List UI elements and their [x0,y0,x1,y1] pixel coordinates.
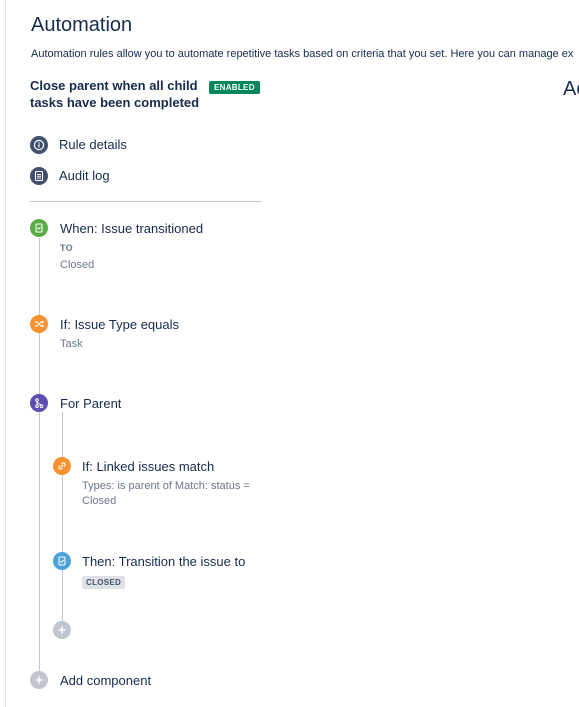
divider [30,201,262,202]
status-lozenge: CLOSED [82,576,126,589]
branch-condition-value: Types: is parent of Match: status = Clos… [82,480,250,507]
branch-action-title[interactable]: Then: Transition the issue to [82,554,245,569]
condition-value: Task [60,338,83,350]
info-icon [30,136,48,154]
add-component-icon[interactable] [30,671,48,689]
branch-condition-title[interactable]: If: Linked issues match [82,459,214,474]
branch-icon [30,394,48,412]
action-icon [53,552,71,570]
branch-title[interactable]: For Parent [60,396,121,411]
branch-connector-line [62,412,63,632]
main-connector-line [39,238,40,684]
link-icon [53,457,71,475]
rule-name: Close parent when all child tasks have b… [30,78,200,110]
branch-add-icon[interactable] [53,621,71,639]
trigger-field-label: TO [60,243,73,253]
page-title: Automation [31,14,133,36]
trigger-icon [30,219,48,237]
nav-rule-details-label: Rule details [59,137,127,152]
page-description: Automation rules allow you to automate r… [31,48,574,60]
document-icon [30,167,48,185]
right-panel-heading: Ac [563,78,579,100]
left-border [5,0,6,707]
status-badge: ENABLED [209,81,260,94]
condition-title[interactable]: If: Issue Type equals [60,317,179,332]
nav-audit-log-label: Audit log [59,168,110,183]
trigger-field-value: Closed [60,259,95,271]
trigger-title[interactable]: When: Issue transitioned [60,221,203,236]
shuffle-icon [30,315,48,333]
add-component-button[interactable]: Add component [60,673,151,688]
